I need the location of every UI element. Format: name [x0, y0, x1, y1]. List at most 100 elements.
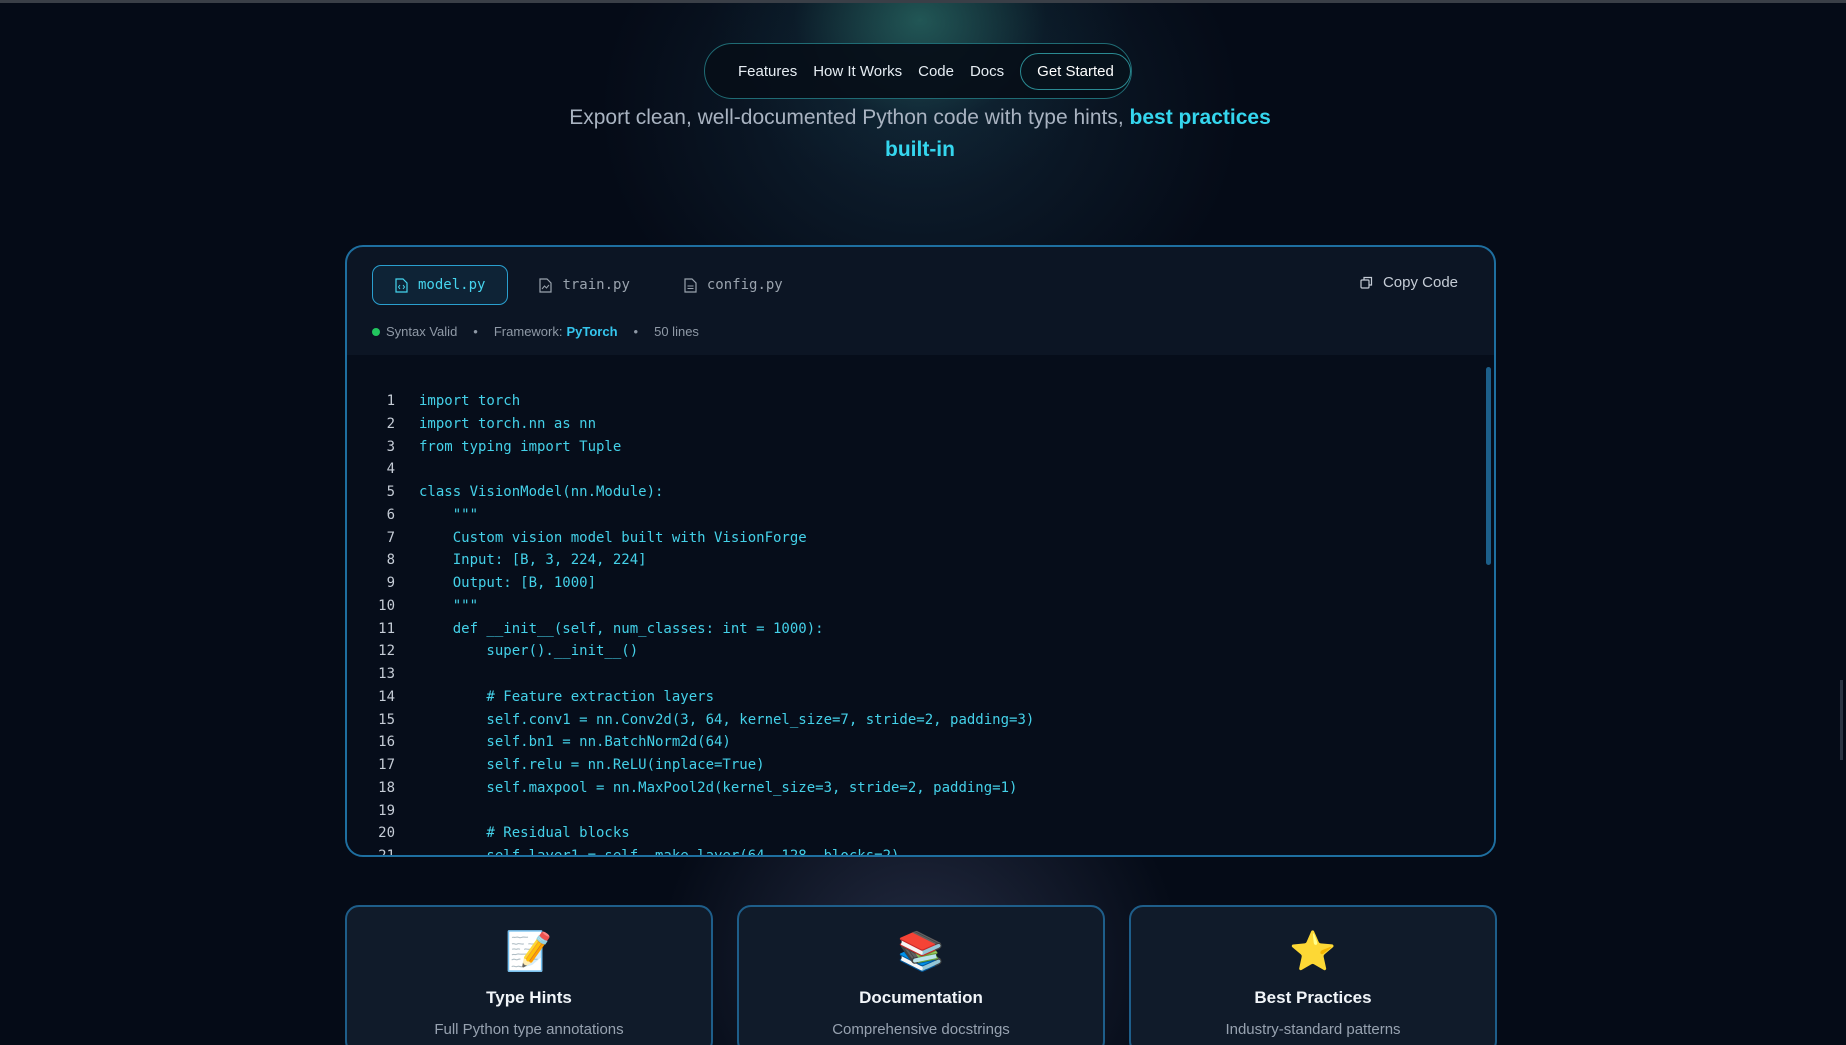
- line-number: 6: [386, 506, 395, 523]
- line-count: 50 lines: [654, 324, 699, 339]
- feature-card-documentation: 📚 Documentation Comprehensive docstrings: [737, 905, 1105, 1045]
- code-text: self.bn1 = nn.BatchNorm2d(64): [419, 734, 731, 751]
- code-text: class VisionModel(nn.Module):: [419, 484, 664, 500]
- code-line: 15 self.conv1 = nn.Conv2d(3, 64, kernel_…: [347, 709, 1034, 732]
- tab-model-py[interactable]: model.py: [372, 265, 509, 305]
- line-number: 11: [378, 620, 395, 637]
- nav-link-features[interactable]: Features: [738, 63, 797, 80]
- framework-label: Framework:: [493, 324, 563, 339]
- code-text: self.relu = nn.ReLU(inplace=True): [419, 757, 765, 773]
- framework-value: PyTorch: [566, 324, 618, 339]
- feature-card-type-hints: 📝 Type Hints Full Python type annotation…: [345, 905, 713, 1045]
- file-text-icon: [684, 277, 697, 293]
- page-scrollbar[interactable]: [1840, 680, 1843, 760]
- code-line: 18 self.maxpool = nn.MaxPool2d(kernel_si…: [347, 777, 1034, 800]
- code-line: 2 import torch.nn as nn: [347, 413, 1034, 436]
- code-line: 13: [347, 663, 1034, 686]
- code-text: """: [419, 597, 479, 614]
- line-number: 14: [378, 688, 395, 705]
- memo-icon: 📝: [505, 931, 553, 973]
- feature-description: Full Python type annotations: [434, 1021, 624, 1038]
- code-lines: 1 import torch 2 import torch.nn as nn 3 from…: [347, 390, 1034, 855]
- file-chart-icon: [539, 277, 553, 293]
- code-text: self.layer1 = self._make_layer(64, 128, …: [419, 845, 899, 855]
- page: Features How It Works Code Docs Get Star…: [0, 0, 1846, 1045]
- line-number: 1: [386, 393, 395, 409]
- code-line: 16 self.bn1 = nn.BatchNorm2d(64): [347, 731, 1034, 754]
- code-text: import torch: [419, 393, 521, 409]
- code-text: from typing import Tuple: [419, 438, 622, 455]
- code-text: def __init__(self, num_classes: int = 10…: [419, 620, 824, 637]
- hero-subtitle-highlight-2: built-in: [885, 138, 955, 161]
- line-number: 7: [386, 529, 395, 546]
- top-nav: Features How It Works Code Docs Get Star…: [704, 43, 1132, 99]
- nav-link-how-it-works[interactable]: How It Works: [813, 63, 902, 80]
- code-line: 10 """: [347, 595, 1034, 618]
- hero-subtitle: Export clean, well-documented Python cod…: [500, 102, 1340, 166]
- feature-title: Documentation: [859, 988, 983, 1007]
- window-top-border: [0, 0, 1846, 3]
- file-code-icon: [395, 277, 408, 293]
- file-tabs: model.py train.py config.py: [372, 265, 814, 309]
- feature-title: Best Practices: [1254, 988, 1372, 1007]
- line-number: 20: [378, 825, 395, 842]
- code-line: 21 self.layer1 = self._make_layer(64, 12…: [347, 845, 1034, 855]
- code-line: 1 import torch: [347, 390, 1034, 413]
- line-number: 12: [378, 643, 395, 660]
- code-line: 5 class VisionModel(nn.Module):: [347, 481, 1034, 504]
- code-line: 19: [347, 800, 1034, 823]
- feature-description: Comprehensive docstrings: [832, 1021, 1010, 1038]
- line-number: 15: [378, 711, 395, 728]
- code-panel: model.py train.py config.py Copy Code Sy…: [345, 245, 1496, 857]
- tab-config-py[interactable]: config.py: [661, 265, 806, 305]
- copy-code-button[interactable]: Copy Code: [1360, 274, 1458, 291]
- code-text: self.maxpool = nn.MaxPool2d(kernel_size=…: [419, 779, 1018, 796]
- code-text: Output: [B, 1000]: [419, 575, 597, 591]
- code-status-bar: Syntax Valid • Framework: PyTorch • 50 l…: [372, 324, 699, 339]
- line-number: 13: [378, 666, 395, 682]
- nav-link-code[interactable]: Code: [918, 63, 954, 80]
- feature-title: Type Hints: [486, 988, 572, 1007]
- code-line: 7 Custom vision model built with VisionF…: [347, 527, 1034, 550]
- tab-label: train.py: [562, 277, 630, 293]
- feature-description: Industry-standard patterns: [1225, 1021, 1401, 1038]
- hero-subtitle-text: Export clean, well-documented Python cod…: [569, 106, 1130, 129]
- separator-dot: •: [633, 324, 639, 339]
- nav-link-docs[interactable]: Docs: [970, 63, 1004, 80]
- code-line: 14 # Feature extraction layers: [347, 686, 1034, 709]
- code-text: super().__init__(): [419, 643, 639, 660]
- tab-label: config.py: [706, 277, 783, 293]
- code-text: """: [419, 506, 479, 523]
- code-editor[interactable]: 1 import torch 2 import torch.nn as nn 3 from…: [347, 355, 1494, 855]
- code-scrollbar-thumb[interactable]: [1486, 367, 1491, 565]
- separator-dot: •: [473, 324, 478, 339]
- code-line: 3 from typing import Tuple: [347, 436, 1034, 459]
- line-number: 3: [386, 438, 395, 455]
- line-number: 19: [378, 802, 395, 819]
- copy-icon: [1360, 276, 1373, 289]
- line-number: 21: [347, 845, 419, 855]
- code-line: 17 self.relu = nn.ReLU(inplace=True): [347, 754, 1034, 777]
- code-line: 8 Input: [B, 3, 224, 224]: [347, 549, 1034, 572]
- get-started-button[interactable]: Get Started: [1020, 52, 1131, 90]
- tab-label: model.py: [418, 277, 486, 293]
- line-number: 8: [386, 552, 395, 569]
- line-number: 5: [386, 484, 395, 500]
- code-line: 12 super().__init__(): [347, 640, 1034, 663]
- star-icon: ⭐: [1289, 931, 1337, 973]
- syntax-status: Syntax Valid: [386, 324, 458, 339]
- line-number: 18: [378, 779, 395, 796]
- line-number: 10: [378, 597, 395, 614]
- code-line: 20 # Residual blocks: [347, 822, 1034, 845]
- code-line: 11 def __init__(self, num_classes: int =…: [347, 618, 1034, 641]
- line-number: 2: [386, 415, 395, 432]
- code-line: 9 Output: [B, 1000]: [347, 572, 1034, 595]
- line-number: 4: [386, 461, 395, 478]
- feature-card-best-practices: ⭐ Best Practices Industry-standard patte…: [1129, 905, 1497, 1045]
- line-number: 16: [378, 734, 395, 751]
- syntax-valid-dot-icon: [372, 327, 380, 336]
- code-text: # Feature extraction layers: [419, 688, 715, 705]
- tab-train-py[interactable]: train.py: [516, 265, 652, 305]
- line-number: 9: [386, 575, 395, 591]
- code-text: Input: [B, 3, 224, 224]: [419, 552, 647, 569]
